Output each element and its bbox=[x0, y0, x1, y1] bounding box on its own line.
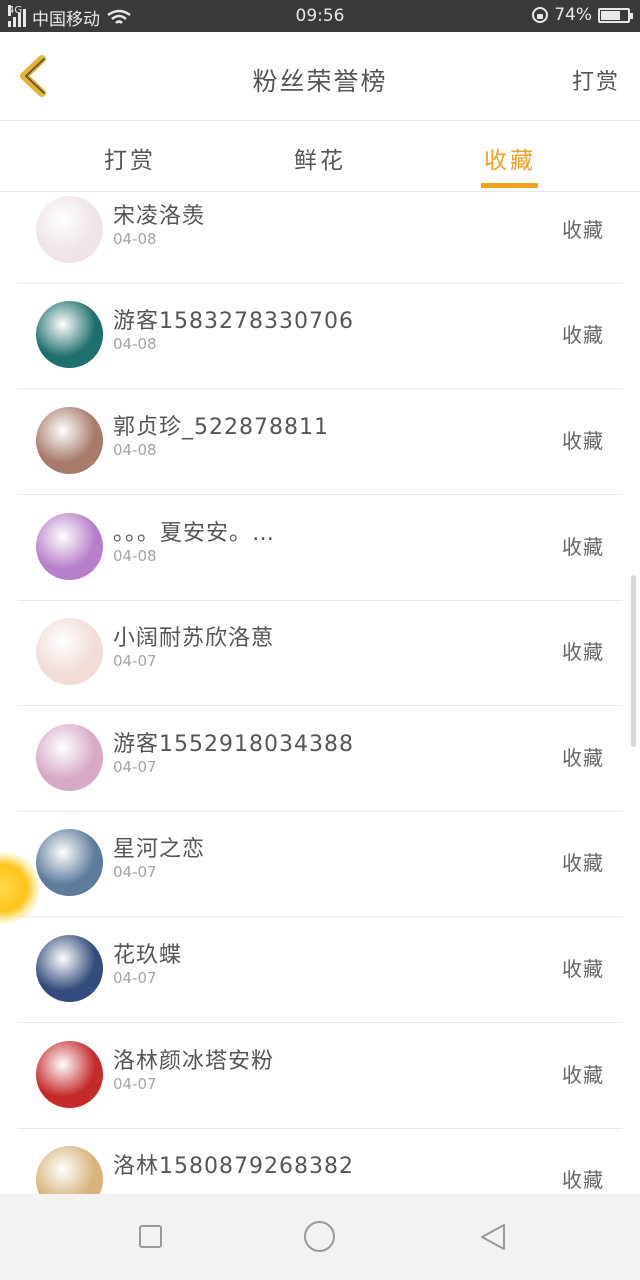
fan-date: 04-07 bbox=[113, 1075, 157, 1093]
fan-date: 04-08 bbox=[113, 230, 157, 248]
fan-date: 04-07 bbox=[113, 652, 157, 670]
avatar[interactable] bbox=[36, 935, 103, 1002]
back-icon[interactable] bbox=[478, 1222, 508, 1252]
status-bar: 4G 中国移动 09:56 74% bbox=[0, 0, 640, 32]
tab-reward[interactable]: 打赏 bbox=[70, 141, 190, 175]
avatar[interactable] bbox=[36, 301, 103, 368]
fan-name: 星河之恋 bbox=[113, 837, 206, 862]
fan-name: 游客1552918034388 bbox=[113, 732, 354, 757]
fan-date: 04-07 bbox=[113, 969, 157, 987]
avatar[interactable] bbox=[36, 829, 103, 896]
status-right: 74% bbox=[532, 5, 633, 25]
avatar[interactable] bbox=[36, 513, 103, 580]
fan-date: 04-08 bbox=[113, 441, 157, 459]
avatar[interactable] bbox=[36, 1041, 103, 1108]
favorite-label: 收藏 bbox=[562, 323, 604, 347]
list-item[interactable]: 小阔耐苏欣洛葸 04-07 收藏 bbox=[18, 600, 622, 706]
favorite-label: 收藏 bbox=[562, 1168, 604, 1192]
avatar[interactable] bbox=[36, 724, 103, 791]
recent-apps-icon[interactable] bbox=[139, 1225, 162, 1248]
fan-name: 。。。夏安安。… bbox=[113, 521, 276, 546]
battery-percent: 74% bbox=[554, 5, 592, 25]
battery-icon bbox=[598, 7, 633, 23]
fan-list[interactable]: 宋凌洛羡 04-08 收藏 游客1583278330706 04-08 收藏 郭… bbox=[0, 192, 640, 1194]
fan-date: 04-07 bbox=[113, 863, 157, 881]
battery-fill bbox=[601, 10, 621, 20]
system-nav-bar bbox=[0, 1194, 640, 1280]
fan-date: 04-07 bbox=[113, 758, 157, 776]
fan-date: 04-08 bbox=[113, 335, 157, 353]
fan-name: 洛林颜冰塔安粉 bbox=[113, 1049, 275, 1074]
list-item[interactable]: 花玖蝶 04-07 收藏 bbox=[18, 917, 622, 1023]
app-header: 粉丝荣誉榜 打赏 bbox=[0, 32, 640, 121]
active-tab-indicator bbox=[481, 183, 538, 188]
list-item[interactable]: 宋凌洛羡 04-08 收藏 bbox=[18, 192, 622, 284]
tab-bar: 打赏 鲜花 收藏 bbox=[0, 121, 640, 192]
fan-name: 宋凌洛羡 bbox=[113, 204, 206, 229]
fan-name: 游客1583278330706 bbox=[113, 309, 354, 334]
favorite-label: 收藏 bbox=[562, 851, 604, 875]
favorite-label: 收藏 bbox=[562, 535, 604, 559]
favorite-label: 收藏 bbox=[562, 746, 604, 770]
scrollbar[interactable] bbox=[631, 575, 636, 747]
page-title: 粉丝荣誉榜 bbox=[252, 67, 388, 96]
avatar[interactable] bbox=[36, 1146, 103, 1194]
fan-name: 花玖蝶 bbox=[113, 943, 183, 968]
list-item[interactable]: 洛林1580879268382 收藏 bbox=[18, 1128, 622, 1194]
favorite-label: 收藏 bbox=[562, 218, 604, 242]
fan-name: 郭贞珍_522878811 bbox=[113, 415, 329, 440]
favorite-label: 收藏 bbox=[562, 1063, 604, 1087]
avatar[interactable] bbox=[36, 407, 103, 474]
home-icon[interactable] bbox=[304, 1221, 335, 1252]
tab-favorites[interactable]: 收藏 bbox=[450, 141, 570, 175]
favorite-label: 收藏 bbox=[562, 957, 604, 981]
fan-name: 小阔耐苏欣洛葸 bbox=[113, 626, 275, 651]
list-item[interactable]: 游客1552918034388 04-07 收藏 bbox=[18, 706, 622, 812]
tab-flowers[interactable]: 鲜花 bbox=[260, 141, 380, 175]
list-item[interactable]: 洛林颜冰塔安粉 04-07 收藏 bbox=[18, 1023, 622, 1129]
reward-button[interactable]: 打赏 bbox=[572, 64, 620, 96]
list-item[interactable]: 游客1583278330706 04-08 收藏 bbox=[18, 283, 622, 389]
avatar[interactable] bbox=[36, 618, 103, 685]
fan-date: 04-08 bbox=[113, 547, 157, 565]
list-item[interactable]: 。。。夏安安。… 04-08 收藏 bbox=[18, 495, 622, 601]
rotation-lock-icon bbox=[532, 7, 549, 23]
list-item[interactable]: 星河之恋 04-07 收藏 bbox=[18, 811, 622, 917]
list-item[interactable]: 郭贞珍_522878811 04-08 收藏 bbox=[18, 389, 622, 495]
avatar[interactable] bbox=[36, 196, 103, 263]
fan-name: 洛林1580879268382 bbox=[113, 1154, 354, 1179]
favorite-label: 收藏 bbox=[562, 429, 604, 453]
favorite-label: 收藏 bbox=[562, 640, 604, 664]
